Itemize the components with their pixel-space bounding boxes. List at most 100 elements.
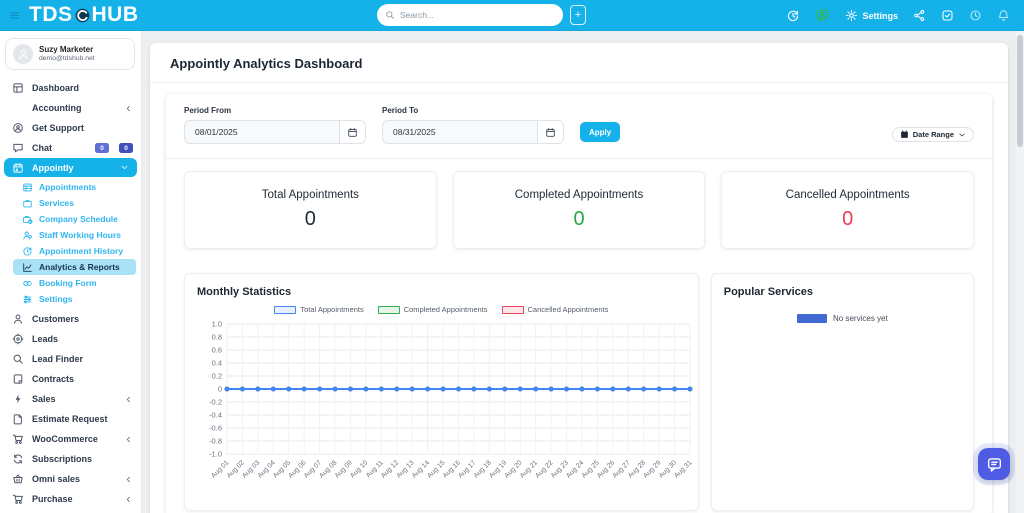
sidebar-item-label: Sales <box>32 394 56 404</box>
legend-label: Cancelled Appointments <box>527 305 609 314</box>
sidebar-menu-top: Dashboard $ Accounting Get Support Chat 0 0 <box>0 78 141 158</box>
period-to-field[interactable] <box>382 120 564 144</box>
stat-value: 0 <box>573 208 585 230</box>
apply-button[interactable]: Apply <box>580 122 621 142</box>
sidebar-item-omni-sales[interactable]: Omni sales <box>0 469 141 489</box>
sidebar-item-label: Dashboard <box>32 83 80 93</box>
page-title: Appointly Analytics Dashboard <box>150 43 1008 83</box>
legend-swatch <box>274 305 297 314</box>
hamburger-menu-icon[interactable] <box>8 9 21 22</box>
svg-text:0: 0 <box>218 385 222 394</box>
dashboard-card: Appointly Analytics Dashboard Period Fro… <box>150 43 1008 513</box>
scrollbar-thumb[interactable] <box>1017 35 1023 147</box>
sidebar-subitem-company-schedule[interactable]: Company Schedule <box>0 211 141 227</box>
sidebar-item-accounting[interactable]: $ Accounting <box>0 98 141 118</box>
sidebar-item-dashboard[interactable]: Dashboard <box>0 78 141 98</box>
legend-swatch <box>501 305 524 314</box>
table-icon <box>22 182 33 193</box>
stat-card-completed: Completed Appointments 0 <box>452 171 706 249</box>
sidebar-item-contracts[interactable]: Contracts <box>0 369 141 389</box>
legend-item: Cancelled Appointments <box>501 305 609 314</box>
chat-fab-button[interactable] <box>978 448 1010 480</box>
tasks-icon[interactable] <box>941 9 954 22</box>
period-to-input[interactable] <box>383 127 537 137</box>
staff-icon <box>22 230 33 241</box>
sidebar-subitem-label: Appointment History <box>39 246 124 256</box>
monthly-statistics-chart: 1.0 0.8 0.6 0.4 0.2 0 -0.2 -0.4 -0.6 -0.8 -1.0 Aug … <box>209 320 694 480</box>
sidebar-subitem-appointments[interactable]: Appointments <box>0 179 141 195</box>
sidebar-item-appointly[interactable]: Appointly <box>4 158 137 177</box>
date-range-dropdown[interactable]: Date Range <box>891 127 974 142</box>
file-icon <box>12 413 24 425</box>
profile-card[interactable]: Suzy Marketer demo@tdshub.net <box>5 38 135 70</box>
sidebar-appointly-submenu: Appointments Services Company Schedule Staf… <box>0 179 141 307</box>
sidebar-subitem-appointment-history[interactable]: Appointment History <box>0 243 141 259</box>
sidebar-item-label: Lead Finder <box>32 354 84 364</box>
sidebar-item-label: Leads <box>32 334 59 344</box>
calendar-icon <box>900 130 909 139</box>
dollar-icon: $ <box>12 102 24 114</box>
search-input[interactable] <box>400 10 555 20</box>
sidebar-item-woocommerce[interactable]: WooCommerce <box>0 429 141 449</box>
sliders-icon <box>22 294 33 305</box>
refresh-icon <box>12 453 24 465</box>
bell-icon[interactable] <box>997 9 1010 22</box>
sidebar-item-label: Subscriptions <box>32 454 93 464</box>
svg-text:0.8: 0.8 <box>212 333 222 342</box>
avatar <box>13 44 33 64</box>
sidebar-item-label: WooCommerce <box>32 434 98 444</box>
svg-text:0.6: 0.6 <box>212 346 222 355</box>
history-icon[interactable] <box>786 9 800 23</box>
settings-button[interactable]: Settings <box>845 9 898 22</box>
chevron-left-icon <box>124 435 133 444</box>
legend-label: No services yet <box>833 314 888 323</box>
sidebar-subitem-staff-working-hours[interactable]: Staff Working Hours <box>0 227 141 243</box>
svg-text:0.4: 0.4 <box>212 359 222 368</box>
support-agent-icon[interactable] <box>815 8 830 23</box>
share-icon[interactable] <box>913 9 926 22</box>
svg-text:-0.6: -0.6 <box>209 424 222 433</box>
legend-item: Completed Appointments <box>377 305 488 314</box>
svg-text:1.0: 1.0 <box>212 320 222 329</box>
svg-text:0.2: 0.2 <box>212 372 222 381</box>
chart-legend: Total Appointments Completed Appointments… <box>197 305 686 314</box>
chat-badge: 0 <box>95 143 109 153</box>
app-logo[interactable]: TDS HUB <box>29 3 139 27</box>
person-icon <box>12 313 24 325</box>
sidebar-subitem-label: Analytics & Reports <box>39 262 120 272</box>
sidebar-item-customers[interactable]: Customers <box>0 309 141 329</box>
sidebar-item-sales[interactable]: Sales <box>0 389 141 409</box>
sidebar-subitem-analytics-reports[interactable]: Analytics & Reports <box>13 259 136 275</box>
period-from-input[interactable] <box>185 127 339 137</box>
sidebar-item-chat[interactable]: Chat 0 0 <box>0 138 141 158</box>
sidebar-item-subscriptions[interactable]: Subscriptions <box>0 449 141 469</box>
sidebar-subitem-label: Staff Working Hours <box>39 230 122 240</box>
chevron-down-icon <box>958 131 966 139</box>
sidebar-item-purchase[interactable]: Purchase <box>0 489 141 509</box>
sidebar-item-get-support[interactable]: Get Support <box>0 118 141 138</box>
chevron-left-icon <box>124 104 133 113</box>
sidebar-item-estimate-request[interactable]: Estimate Request <box>0 409 141 429</box>
period-from-label: Period From <box>184 106 232 115</box>
svg-text:-1.0: -1.0 <box>209 450 222 459</box>
calendar-picker-icon[interactable] <box>339 121 365 143</box>
sidebar-subitem-booking-form[interactable]: Booking Form <box>0 275 141 291</box>
period-from-field[interactable] <box>184 120 366 144</box>
sidebar-subitem-services[interactable]: Services <box>0 195 141 211</box>
add-button[interactable]: + <box>570 5 586 25</box>
search-icon <box>12 353 24 365</box>
sidebar-subitem-label: Appointments <box>39 182 97 192</box>
sidebar-subitem-settings[interactable]: Settings <box>0 291 141 307</box>
svg-text:$: $ <box>15 103 21 114</box>
settings-label: Settings <box>862 10 898 21</box>
date-range-label: Date Range <box>912 130 954 139</box>
chat-badge: 0 <box>119 143 133 153</box>
chevron-left-icon <box>124 395 133 404</box>
search-bar[interactable] <box>377 4 563 26</box>
search-icon <box>385 10 395 20</box>
svg-text:-0.4: -0.4 <box>209 411 222 420</box>
sidebar-item-leads[interactable]: Leads <box>0 329 141 349</box>
clock-icon[interactable] <box>969 9 982 22</box>
calendar-picker-icon[interactable] <box>537 121 563 143</box>
sidebar-item-lead-finder[interactable]: Lead Finder <box>0 349 141 369</box>
